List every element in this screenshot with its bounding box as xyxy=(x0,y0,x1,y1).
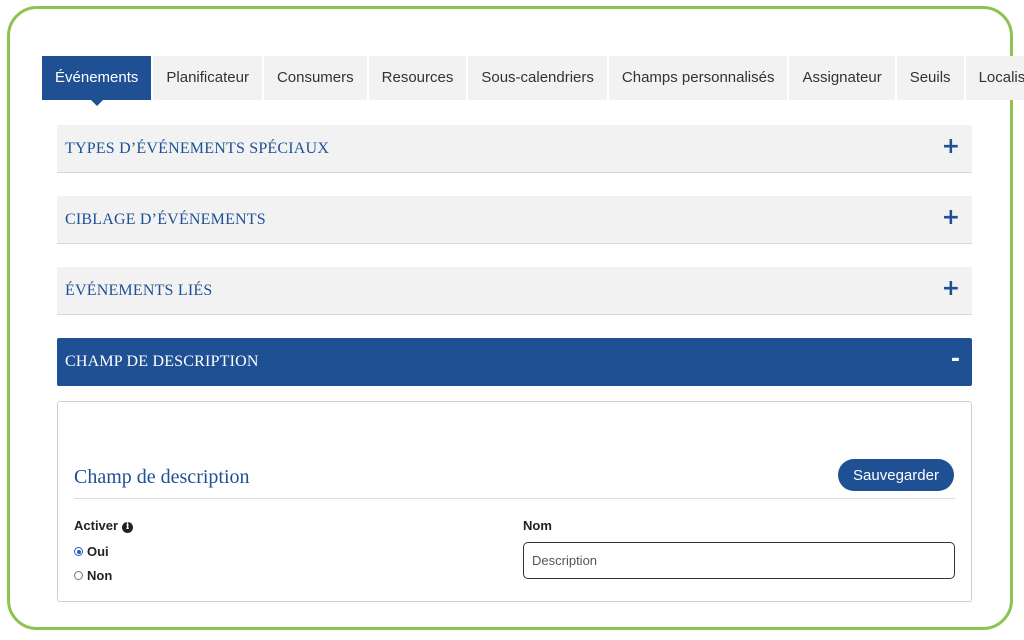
accordion-title: TYPES D’ÉVÉNEMENTS SPÉCIAUX xyxy=(65,140,330,157)
tab-seuils[interactable]: Seuils xyxy=(896,56,964,100)
tab-bar: Événements Planificateur Consumers Resou… xyxy=(42,56,1024,106)
accordion-title: ÉVÉNEMENTS LIÉS xyxy=(65,282,213,299)
radio-oui[interactable]: Oui xyxy=(74,544,109,559)
tab-consumers[interactable]: Consumers xyxy=(263,56,367,100)
tab-resources[interactable]: Resources xyxy=(368,56,467,100)
accordion-champ-description[interactable]: CHAMP DE DESCRIPTION - xyxy=(57,338,972,386)
description-panel: Champ de description Sauvegarder Activer… xyxy=(57,401,972,602)
radio-button-checked[interactable] xyxy=(74,547,83,556)
panel-title: Champ de description xyxy=(74,466,250,488)
activer-label-text: Activer xyxy=(74,518,119,533)
expand-icon[interactable]: + xyxy=(942,125,960,169)
tab-localisateur[interactable]: Localisateur xyxy=(965,56,1024,100)
radio-button[interactable] xyxy=(74,571,83,580)
collapse-icon[interactable]: - xyxy=(951,338,960,382)
nom-label: Nom xyxy=(523,518,552,533)
radio-non[interactable]: Non xyxy=(74,568,112,583)
accordion-ciblage-evenements[interactable]: CIBLAGE D’ÉVÉNEMENTS + xyxy=(57,196,972,244)
info-icon[interactable]: i xyxy=(122,522,134,533)
expand-icon[interactable]: + xyxy=(942,267,960,311)
accordion-title: CHAMP DE DESCRIPTION xyxy=(65,353,259,370)
tab-assignateur[interactable]: Assignateur xyxy=(789,56,895,100)
tab-sous-calendriers[interactable]: Sous-calendriers xyxy=(468,56,607,100)
save-button[interactable]: Sauvegarder xyxy=(838,459,954,491)
radio-label-oui: Oui xyxy=(87,544,109,559)
tab-planificateur[interactable]: Planificateur xyxy=(153,56,262,100)
radio-label-non: Non xyxy=(87,568,113,583)
accordion-evenements-lies[interactable]: ÉVÉNEMENTS LIÉS + xyxy=(57,267,972,315)
activer-label: Activer i xyxy=(74,518,134,533)
accordion-types-evenements-speciaux[interactable]: TYPES D’ÉVÉNEMENTS SPÉCIAUX + xyxy=(57,125,972,173)
divider xyxy=(74,498,955,499)
accordion-title: CIBLAGE D’ÉVÉNEMENTS xyxy=(65,211,266,228)
tab-evenements[interactable]: Événements xyxy=(42,56,152,106)
expand-icon[interactable]: + xyxy=(942,196,960,240)
nom-input[interactable] xyxy=(523,542,955,579)
tab-champs-personnalises[interactable]: Champs personnalisés xyxy=(608,56,788,100)
